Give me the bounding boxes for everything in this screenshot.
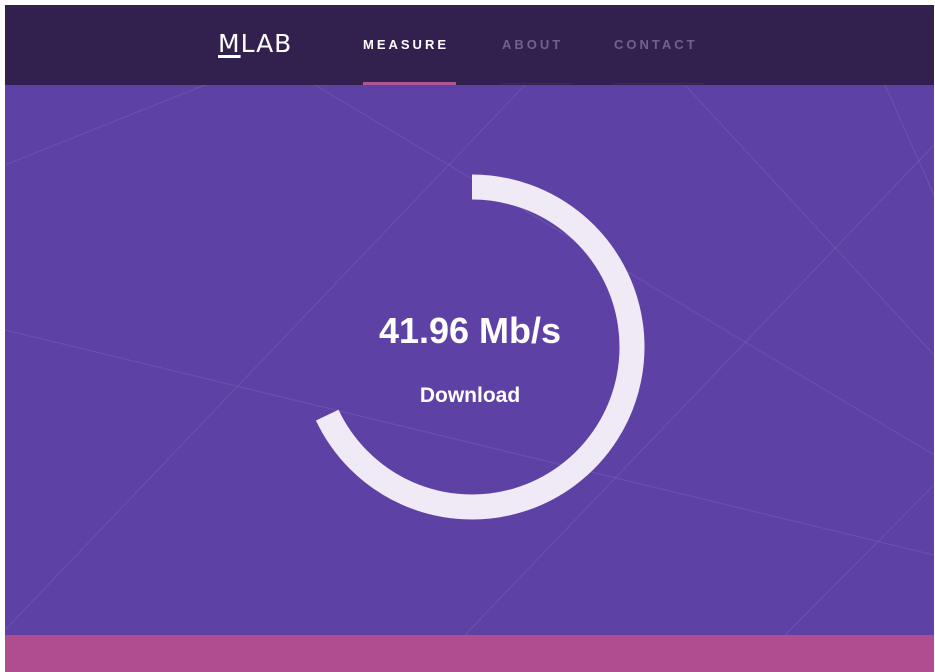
nav-item-contact[interactable]: CONTACT	[614, 36, 698, 54]
speed-gauge	[315, 174, 645, 520]
measure-hero: 41.96 Mb/s Download	[5, 85, 934, 635]
app-frame: MLAB MEASURE ABOUT CONTACT 41.96 Mb/s Do…	[5, 5, 934, 672]
mlab-logo[interactable]: MLAB	[218, 29, 292, 59]
download-speed-value: 41.96 Mb/s	[378, 310, 562, 351]
nav-divider-about	[502, 83, 572, 84]
nav-divider-contact	[614, 83, 704, 84]
nav-item-about[interactable]: ABOUT	[502, 36, 563, 54]
logo-letters-lab: LAB	[240, 29, 293, 58]
top-navbar: MLAB MEASURE ABOUT CONTACT	[5, 5, 934, 85]
logo-letter-m: M	[218, 29, 241, 58]
nav-item-measure[interactable]: MEASURE	[363, 36, 449, 54]
download-speed-label: Download	[419, 384, 521, 407]
footer-band	[5, 635, 934, 672]
